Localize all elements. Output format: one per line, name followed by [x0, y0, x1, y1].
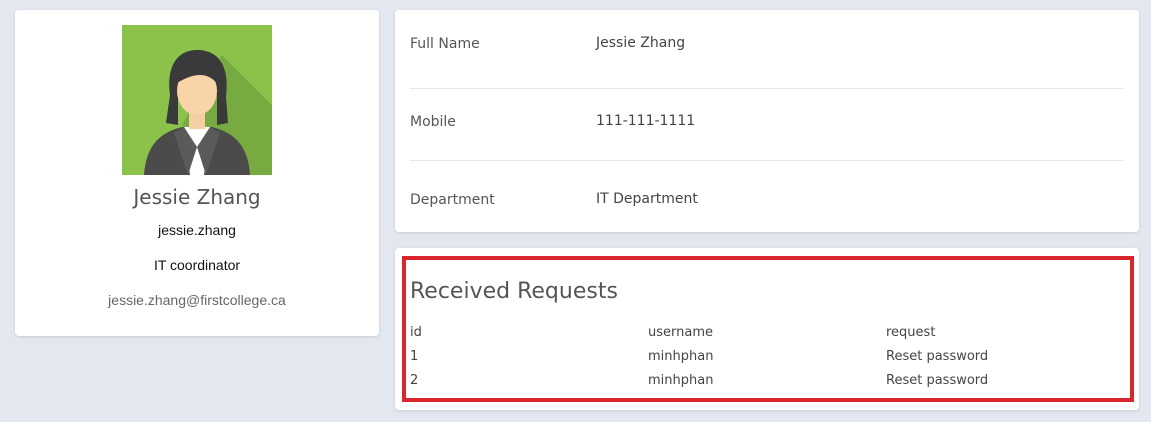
cell-id: 1	[410, 348, 419, 364]
cell-username: minhphan	[648, 348, 714, 364]
detail-label: Department	[410, 192, 495, 208]
user-avatar-female-icon	[122, 25, 272, 175]
detail-value: IT Department	[596, 191, 698, 207]
detail-row-mobile: Mobile 111-111-1111	[410, 82, 1124, 161]
requests-table: id username request 1 minhphan Reset pas…	[410, 320, 1124, 392]
column-header-request: request	[886, 324, 936, 340]
detail-value: Jessie Zhang	[596, 35, 686, 51]
table-row: 2 minhphan Reset password	[410, 368, 1124, 392]
cell-username: minhphan	[648, 372, 714, 388]
detail-label: Mobile	[410, 114, 456, 130]
detail-row-full-name: Full Name Jessie Zhang	[410, 10, 1124, 89]
profile-name: Jessie Zhang	[133, 185, 261, 209]
table-header-row: id username request	[410, 320, 1124, 344]
cell-id: 2	[410, 372, 419, 388]
profile-username: jessie.zhang	[158, 222, 236, 238]
requests-card: Received Requests id username request 1 …	[395, 248, 1139, 410]
cell-request: Reset password	[886, 372, 989, 388]
requests-title: Received Requests	[410, 279, 618, 304]
details-card: Full Name Jessie Zhang Mobile 111-111-11…	[395, 10, 1139, 232]
cell-request: Reset password	[886, 348, 989, 364]
detail-value: 111-111-1111	[596, 113, 696, 129]
profile-job-title: IT coordinator	[153, 257, 241, 273]
column-header-username: username	[648, 324, 713, 340]
table-row: 1 minhphan Reset password	[410, 344, 1124, 368]
column-header-id: id	[410, 324, 422, 340]
profile-card: Jessie Zhang jessie.zhang IT coordinator…	[15, 10, 379, 336]
profile-email: jessie.zhang@firstcollege.ca	[108, 292, 286, 308]
detail-label: Full Name	[410, 36, 480, 52]
detail-row-department: Department IT Department	[410, 160, 1124, 238]
